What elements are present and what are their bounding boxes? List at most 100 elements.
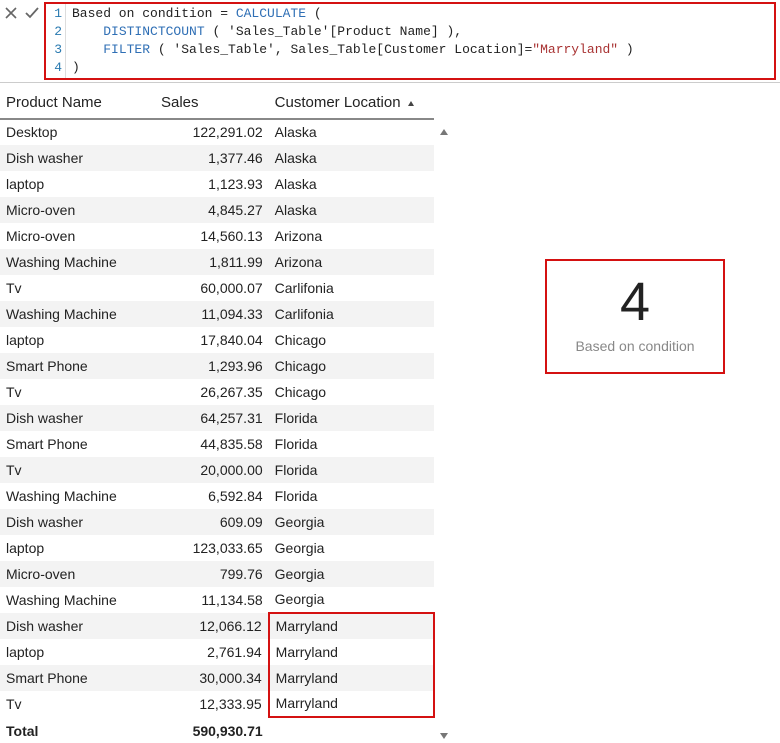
cell-location: Alaska [269,145,434,171]
table-row[interactable]: Desktop122,291.02Alaska [0,119,434,145]
formula-line-numbers: 1234 [46,4,66,78]
table-row[interactable]: laptop1,123.93Alaska [0,171,434,197]
scroll-up-icon[interactable] [440,129,448,135]
scroll-down-icon[interactable] [440,733,448,739]
cell-location: Marryland [269,639,434,665]
cell-sales: 1,293.96 [155,353,269,379]
table-row[interactable]: Washing Machine11,094.33Carlifonia [0,301,434,327]
column-header-product[interactable]: Product Name [0,89,155,119]
cell-product: Tv [0,457,155,483]
table-row[interactable]: laptop17,840.04Chicago [0,327,434,353]
cell-sales: 799.76 [155,561,269,587]
cancel-icon[interactable] [4,6,18,20]
card-visual-wrap: 4 Based on condition [545,259,725,374]
cell-product: Micro-oven [0,561,155,587]
commit-icon[interactable] [24,6,40,20]
table-total-row: Total590,930.71 [0,717,434,743]
column-header-location[interactable]: Customer Location [269,89,434,119]
cell-location: Florida [269,405,434,431]
cell-sales: 30,000.34 [155,665,269,691]
cell-sales: 12,333.95 [155,691,269,717]
cell-product: Dish washer [0,145,155,171]
cell-product: Smart Phone [0,431,155,457]
cell-sales: 4,845.27 [155,197,269,223]
cell-sales: 1,123.93 [155,171,269,197]
card-visual[interactable]: 4 Based on condition [545,259,725,374]
cell-location: Georgia [269,509,434,535]
cell-product: Smart Phone [0,353,155,379]
table-row[interactable]: Micro-oven14,560.13Arizona [0,223,434,249]
total-sales: 590,930.71 [155,717,269,743]
cell-product: Micro-oven [0,223,155,249]
cell-product: Micro-oven [0,197,155,223]
table-row[interactable]: Tv12,333.95Marryland [0,691,434,717]
table-row[interactable]: Washing Machine6,592.84Florida [0,483,434,509]
table-row[interactable]: Smart Phone30,000.34Marryland [0,665,434,691]
cell-location: Carlifonia [269,301,434,327]
table-row[interactable]: Washing Machine1,811.99Arizona [0,249,434,275]
table-row[interactable]: Tv20,000.00Florida [0,457,434,483]
cell-location: Alaska [269,197,434,223]
cell-sales: 17,840.04 [155,327,269,353]
cell-location: Arizona [269,249,434,275]
cell-product: Dish washer [0,405,155,431]
cell-location: Marryland [269,691,434,717]
table-row[interactable]: Tv60,000.07Carlifonia [0,275,434,301]
data-table: Product Name Sales Customer Location Des… [0,89,435,743]
cell-sales: 14,560.13 [155,223,269,249]
cell-sales: 609.09 [155,509,269,535]
total-label: Total [0,717,155,743]
cell-product: Tv [0,275,155,301]
cell-sales: 11,134.58 [155,587,269,613]
formula-code[interactable]: Based on condition = CALCULATE ( DISTINC… [66,4,774,78]
table-row[interactable]: Micro-oven4,845.27Alaska [0,197,434,223]
formula-editor[interactable]: 1234 Based on condition = CALCULATE ( DI… [44,2,776,80]
cell-sales: 20,000.00 [155,457,269,483]
table-row[interactable]: Smart Phone44,835.58Florida [0,431,434,457]
cell-sales: 2,761.94 [155,639,269,665]
cell-product: laptop [0,171,155,197]
formula-bar-row: 1234 Based on condition = CALCULATE ( DI… [0,0,780,83]
cell-product: laptop [0,639,155,665]
main-area: Product Name Sales Customer Location Des… [0,83,780,743]
table-row[interactable]: Dish washer64,257.31Florida [0,405,434,431]
cell-product: Desktop [0,119,155,145]
cell-product: Washing Machine [0,587,155,613]
cell-product: Tv [0,379,155,405]
table-row[interactable]: Tv26,267.35Chicago [0,379,434,405]
cell-location: Georgia [269,535,434,561]
table-row[interactable]: Dish washer1,377.46Alaska [0,145,434,171]
cell-product: Dish washer [0,509,155,535]
cell-location: Arizona [269,223,434,249]
cell-sales: 1,377.46 [155,145,269,171]
cell-sales: 123,033.65 [155,535,269,561]
cell-location: Marryland [269,665,434,691]
cell-location: Alaska [269,171,434,197]
cell-product: Dish washer [0,613,155,639]
table-row[interactable]: Washing Machine11,134.58Georgia [0,587,434,613]
cell-sales: 26,267.35 [155,379,269,405]
table-row[interactable]: laptop123,033.65Georgia [0,535,434,561]
table-scrollbar[interactable] [437,129,451,739]
table-row[interactable]: Smart Phone1,293.96Chicago [0,353,434,379]
scroll-track[interactable] [440,137,448,733]
cell-location: Chicago [269,353,434,379]
cell-location: Florida [269,457,434,483]
cell-product: laptop [0,327,155,353]
card-label: Based on condition [555,338,715,354]
cell-location: Chicago [269,379,434,405]
cell-location: Marryland [269,613,434,639]
sort-asc-icon [407,95,415,112]
table-visual[interactable]: Product Name Sales Customer Location Des… [0,89,435,743]
table-row[interactable]: Dish washer12,066.12Marryland [0,613,434,639]
cell-location: Carlifonia [269,275,434,301]
cell-location: Georgia [269,561,434,587]
cell-location: Georgia [269,587,434,613]
cell-location: Florida [269,483,434,509]
table-row[interactable]: Micro-oven799.76Georgia [0,561,434,587]
column-header-sales[interactable]: Sales [155,89,269,119]
card-value: 4 [555,273,715,332]
table-row[interactable]: Dish washer609.09Georgia [0,509,434,535]
table-row[interactable]: laptop2,761.94Marryland [0,639,434,665]
cell-sales: 12,066.12 [155,613,269,639]
